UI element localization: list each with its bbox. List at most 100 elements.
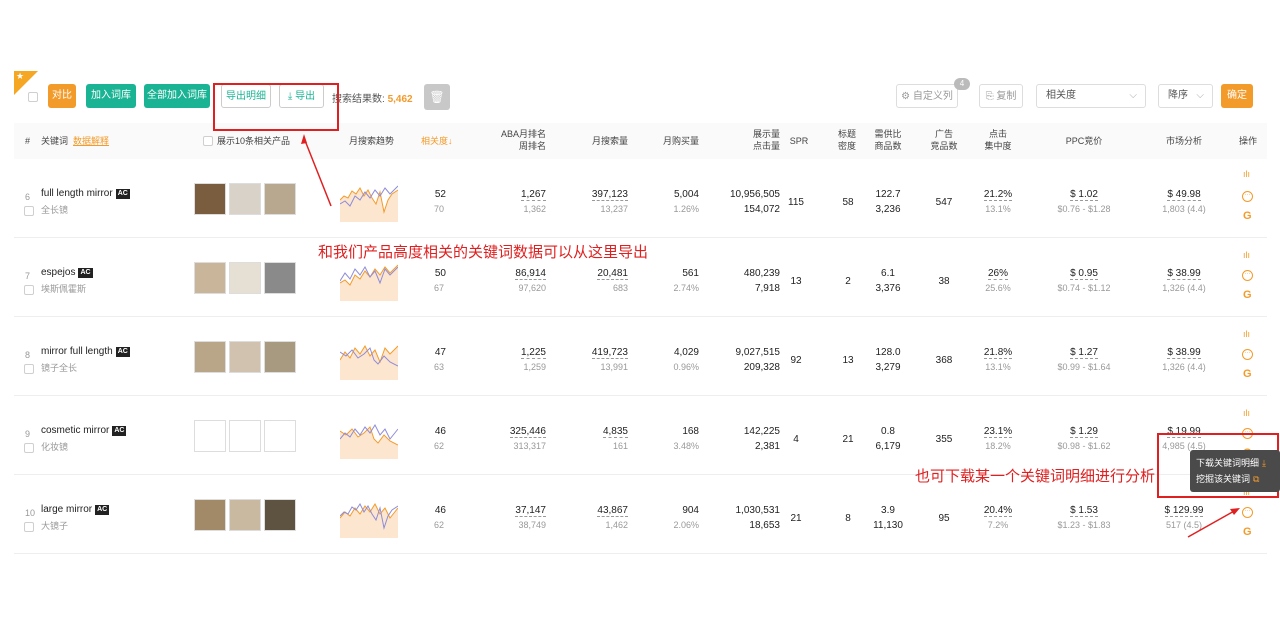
keyword-text[interactable]: mirror full length AC bbox=[41, 346, 130, 357]
col-ad-competitors[interactable]: 广告 竞品数 bbox=[926, 128, 962, 152]
market-price[interactable]: $ 38.99 bbox=[1154, 347, 1214, 359]
data-explain-link[interactable]: 数据解释 bbox=[73, 136, 109, 146]
more-options-icon[interactable]: ··· bbox=[1242, 191, 1253, 202]
bar-chart-icon[interactable]: ılı bbox=[1243, 169, 1250, 179]
add-all-to-library-button[interactable]: 全部加入词库 bbox=[144, 84, 210, 108]
compare-button[interactable]: 对比 bbox=[48, 84, 76, 108]
aba-monthly-rank[interactable]: 86,914 bbox=[494, 268, 546, 280]
trend-sparkline[interactable] bbox=[340, 498, 398, 538]
product-thumbnail[interactable] bbox=[264, 262, 296, 294]
market-price[interactable]: $ 129.99 bbox=[1154, 505, 1214, 517]
trend-sparkline[interactable] bbox=[340, 182, 398, 222]
aba-monthly-rank[interactable]: 325,446 bbox=[494, 426, 546, 438]
product-thumbnail[interactable] bbox=[264, 420, 296, 452]
custom-columns-label: 自定义列 bbox=[912, 91, 953, 102]
aba-monthly-rank[interactable]: 1,267 bbox=[494, 189, 546, 201]
monthly-search-value[interactable]: 397,123 bbox=[574, 189, 628, 201]
keyword-text[interactable]: espejos AC bbox=[41, 267, 93, 278]
monthly-search-value[interactable]: 419,723 bbox=[574, 347, 628, 359]
ppc-value[interactable]: $ 0.95 bbox=[1044, 268, 1124, 280]
col-aba-rank[interactable]: ABA月排名 周排名 bbox=[484, 128, 546, 152]
more-options-icon[interactable]: ··· bbox=[1242, 270, 1253, 281]
copy-button[interactable]: ⎘ 复制 bbox=[979, 84, 1023, 108]
click-concentration-value[interactable]: 21.2% bbox=[978, 189, 1018, 201]
title-density-value: 13 bbox=[842, 355, 854, 366]
show-products-checkbox[interactable] bbox=[203, 136, 213, 146]
market-price-text: $ 38.99 bbox=[1167, 268, 1201, 280]
keyword-text[interactable]: cosmetic mirror AC bbox=[41, 425, 127, 436]
title-density-value: 8 bbox=[845, 513, 851, 524]
col-keyword[interactable]: 关键词 数据解释 bbox=[41, 135, 109, 147]
row-checkbox[interactable] bbox=[24, 443, 34, 453]
sort-order-select[interactable]: 降序 ⌵ bbox=[1158, 84, 1213, 108]
monthly-search-value[interactable]: 20,481 bbox=[574, 268, 628, 280]
google-icon[interactable]: G bbox=[1243, 526, 1252, 538]
row-checkbox[interactable] bbox=[24, 522, 34, 532]
col-show-products[interactable]: 展示10条相关产品 bbox=[217, 135, 290, 147]
product-thumbnail[interactable] bbox=[194, 262, 226, 294]
product-thumbnail[interactable] bbox=[229, 341, 261, 373]
product-thumbnail[interactable] bbox=[264, 341, 296, 373]
col-title-density[interactable]: 标题 密度 bbox=[834, 128, 860, 152]
row-checkbox[interactable] bbox=[24, 364, 34, 374]
keyword-text[interactable]: large mirror AC bbox=[41, 504, 110, 515]
product-thumbnail[interactable] bbox=[229, 262, 261, 294]
col-spr[interactable]: SPR bbox=[788, 135, 810, 147]
product-thumbnail[interactable] bbox=[194, 183, 226, 215]
google-icon[interactable]: G bbox=[1243, 368, 1252, 380]
product-thumbnail[interactable] bbox=[229, 420, 261, 452]
click-concentration-value[interactable]: 23.1% bbox=[978, 426, 1018, 438]
aba-monthly-rank[interactable]: 37,147 bbox=[494, 505, 546, 517]
product-thumbnail[interactable] bbox=[229, 183, 261, 215]
click-concentration-value[interactable]: 26% bbox=[978, 268, 1018, 280]
trend-sparkline[interactable] bbox=[340, 261, 398, 301]
keyword-text[interactable]: full length mirror AC bbox=[41, 188, 130, 199]
click-concentration-value[interactable]: 20.4% bbox=[978, 505, 1018, 517]
product-thumbnail[interactable] bbox=[229, 499, 261, 531]
market-price[interactable]: $ 49.98 bbox=[1154, 189, 1214, 201]
product-thumbnail[interactable] bbox=[264, 183, 296, 215]
ppc-value[interactable]: $ 1.02 bbox=[1044, 189, 1124, 201]
google-icon[interactable]: G bbox=[1243, 210, 1252, 222]
download-detail-item[interactable]: 下载关键词明细 ⤓ bbox=[1196, 455, 1274, 471]
bar-chart-icon[interactable]: ılı bbox=[1243, 329, 1250, 339]
product-thumbnail[interactable] bbox=[194, 341, 226, 373]
product-thumbnail[interactable] bbox=[194, 420, 226, 452]
more-options-icon[interactable]: ··· bbox=[1242, 507, 1253, 518]
monthly-search-value[interactable]: 4,835 bbox=[574, 426, 628, 438]
row-checkbox[interactable] bbox=[24, 285, 34, 295]
product-thumbnail[interactable] bbox=[264, 499, 296, 531]
click-concentration-value[interactable]: 21.8% bbox=[978, 347, 1018, 359]
dig-keyword-item[interactable]: 挖掘该关键词 ⧉ bbox=[1196, 471, 1274, 487]
keyword-translation: 大镜子 bbox=[41, 521, 69, 531]
row-checkbox[interactable] bbox=[24, 206, 34, 216]
monthly-search-value[interactable]: 43,867 bbox=[574, 505, 628, 517]
bar-chart-icon[interactable]: ılı bbox=[1243, 408, 1250, 418]
trend-sparkline[interactable] bbox=[340, 340, 398, 380]
delete-button[interactable]: 🗑 bbox=[424, 84, 450, 110]
google-icon[interactable]: G bbox=[1243, 289, 1252, 301]
col-supply-demand-line2: 商品数 bbox=[874, 141, 902, 151]
sort-field-select[interactable]: 相关度 ⌵ bbox=[1036, 84, 1146, 108]
bar-chart-icon[interactable]: ılı bbox=[1243, 250, 1250, 260]
market-price[interactable]: $ 38.99 bbox=[1154, 268, 1214, 280]
select-all-checkbox[interactable] bbox=[28, 92, 38, 102]
col-ppc[interactable]: PPC竞价 bbox=[1058, 135, 1110, 147]
aba-monthly-rank[interactable]: 1,225 bbox=[494, 347, 546, 359]
custom-columns-button[interactable]: ⚙ 自定义列 bbox=[896, 84, 958, 108]
col-relevance[interactable]: 相关度↓ bbox=[421, 135, 453, 147]
add-to-library-button[interactable]: 加入词库 bbox=[86, 84, 136, 108]
col-supply-demand[interactable]: 需供比 商品数 bbox=[870, 128, 906, 152]
ppc-value[interactable]: $ 1.27 bbox=[1044, 347, 1124, 359]
col-monthly-search[interactable]: 月搜索量 bbox=[574, 135, 628, 147]
col-index: # bbox=[25, 136, 31, 146]
ppc-value[interactable]: $ 1.29 bbox=[1044, 426, 1124, 438]
more-options-icon[interactable]: ··· bbox=[1242, 349, 1253, 360]
col-monthly-purchase[interactable]: 月购买量 bbox=[644, 135, 699, 147]
col-impressions[interactable]: 展示量 点击量 bbox=[734, 128, 780, 152]
col-click-concentration[interactable]: 点击 集中度 bbox=[980, 128, 1016, 152]
ppc-value[interactable]: $ 1.53 bbox=[1044, 505, 1124, 517]
trend-sparkline[interactable] bbox=[340, 419, 398, 459]
confirm-button[interactable]: 确定 bbox=[1221, 84, 1253, 108]
product-thumbnail[interactable] bbox=[194, 499, 226, 531]
